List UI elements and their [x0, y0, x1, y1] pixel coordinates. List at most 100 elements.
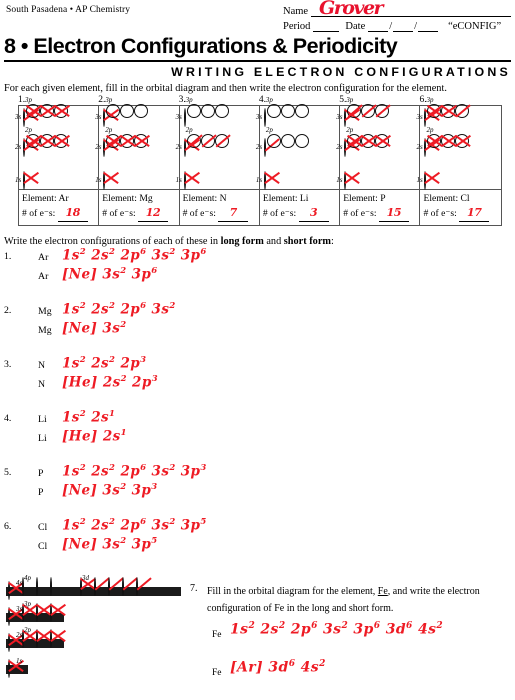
orbital-circle-2s-cell-4[interactable] [263, 137, 266, 157]
iron-circle-3p-2[interactable] [36, 602, 38, 622]
orbital-circle-3p-2-cell-3[interactable] [200, 103, 215, 118]
orbital-circle-3p-3-cell-3[interactable] [214, 103, 229, 118]
orbital-circle-2p-1-cell-2[interactable] [106, 133, 121, 148]
iron-circle-2p-3[interactable] [50, 628, 52, 648]
orbital-circle-2p-3-cell-2[interactable] [134, 133, 149, 148]
iron-circle-3d-3[interactable] [108, 576, 110, 596]
date-year-blank[interactable] [418, 20, 439, 32]
orbital-circle-2p-2-cell-6[interactable] [441, 133, 456, 148]
orbital-circle-2p-2-cell-2[interactable] [120, 133, 135, 148]
orbital-diagram-2[interactable]: 3s 3p 2s 2p 1s [95, 96, 178, 190]
period-blank[interactable] [313, 20, 340, 32]
electron-count-blank-5[interactable]: 15 [378, 205, 409, 222]
orbital-diagram-6[interactable]: 3s 3p 2s 2p 1s [416, 96, 500, 190]
orbital-circle-3p-1-cell-6[interactable] [427, 103, 442, 118]
iron-circle-3s[interactable] [8, 606, 10, 626]
orbital-circle-1s-cell-4[interactable] [263, 170, 266, 190]
orbital-circle-3p-3-cell-6[interactable] [455, 103, 470, 118]
orbital-circle-3s-cell-3[interactable] [183, 107, 186, 127]
orbital-diagram-3[interactable]: 3s 3p 2s 2p 1s [176, 96, 259, 190]
iron-orbital-3d-2[interactable] [94, 576, 96, 596]
orbital-circle-3p-1-cell-5[interactable] [347, 103, 362, 118]
orbital-circle-2p-2-cell-4[interactable] [280, 133, 295, 148]
iron-circle-3d-2[interactable] [94, 576, 96, 596]
iron-orbital-1s[interactable] [8, 658, 10, 678]
orbital-circle-3p-2-cell-6[interactable] [441, 103, 456, 118]
orbital-circle-3p-2-cell-2[interactable] [120, 103, 135, 118]
electron-count-blank-4[interactable]: 3 [298, 205, 329, 222]
orbital-diagram-4[interactable]: 3s 3p 2s 2p 1s [256, 96, 339, 190]
orbital-circle-3p-1-cell-2[interactable] [106, 103, 121, 118]
orbital-circle-3s-cell-5[interactable] [344, 107, 347, 127]
orbital-circle-1s-cell-5[interactable] [344, 170, 347, 190]
orbital-circle-2p-3-cell-5[interactable] [375, 133, 390, 148]
written-item-symbol-short-5: P [38, 486, 44, 498]
orbital-circle-1s-cell-3[interactable] [183, 170, 186, 190]
electron-count-blank-1[interactable]: 18 [57, 205, 88, 222]
orbital-circle-3p-2-cell-4[interactable] [280, 103, 295, 118]
iron-orbital-2s[interactable] [8, 632, 10, 652]
iron-orbital-3p-3[interactable] [50, 602, 52, 622]
orbital-circle-2p-1-cell-6[interactable] [427, 133, 442, 148]
iron-orbital-4s[interactable] [8, 580, 10, 600]
iron-circle-3p-3[interactable] [50, 602, 52, 622]
orbital-circle-3p-3-cell-2[interactable] [134, 103, 149, 118]
orbital-circle-3p-3-cell-1[interactable] [54, 103, 68, 118]
orbital-circle-2p-2-cell-3[interactable] [200, 133, 215, 148]
iron-orbital-4p-2[interactable] [36, 576, 38, 596]
iron-circle-3d-4[interactable] [122, 576, 124, 596]
iron-circle-4p-2[interactable] [36, 576, 38, 596]
orbital-circle-3p-1-cell-1[interactable] [26, 103, 40, 118]
iron-orbital-3d-5[interactable] [136, 576, 138, 596]
iron-orbital-2p-3[interactable] [50, 628, 52, 648]
orbital-circle-3p-2-cell-5[interactable] [361, 103, 376, 118]
orbital-circle-2s-cell-6[interactable] [424, 137, 427, 157]
orbital-circle-3s-cell-6[interactable] [424, 107, 427, 127]
written-item-symbol-long-5: P [38, 467, 44, 479]
orbital-circle-3s-cell-4[interactable] [263, 107, 266, 127]
orbital-circle-2p-3-cell-4[interactable] [294, 133, 309, 148]
iron-circle-4s[interactable] [8, 580, 10, 600]
orbital-circle-2s-cell-3[interactable] [183, 137, 186, 157]
orbital-circle-1s-cell-6[interactable] [424, 170, 427, 190]
orbital-circle-2p-2-cell-1[interactable] [40, 133, 54, 148]
orbital-circle-2p-1-cell-3[interactable] [186, 133, 201, 148]
orbital-circle-1s-cell-2[interactable] [103, 170, 106, 190]
orbital-diagram-1[interactable]: 3s 3p 2s 2p 1s [15, 96, 98, 190]
iron-orbital-3d-3[interactable] [108, 576, 110, 596]
orbital-circle-3s-cell-1[interactable] [23, 107, 25, 127]
orbital-circle-3p-1-cell-4[interactable] [266, 103, 281, 118]
orbital-circle-3s-cell-2[interactable] [103, 107, 106, 127]
orbital-circle-2p-1-cell-1[interactable] [26, 133, 40, 148]
iron-circle-3d-5[interactable] [136, 576, 138, 596]
iron-orbital-2p-2[interactable] [36, 628, 38, 648]
iron-circle-4p-3[interactable] [50, 576, 52, 596]
date-day-blank[interactable] [393, 20, 414, 32]
orbital-circle-2s-cell-5[interactable] [344, 137, 347, 157]
orbital-diagram-5[interactable]: 3s 3p 2s 2p 1s [336, 96, 419, 190]
iron-orbital-3d-4[interactable] [122, 576, 124, 596]
iron-circle-1s[interactable] [8, 658, 10, 678]
iron-circle-2p-2[interactable] [36, 628, 38, 648]
orbital-circle-2p-3-cell-1[interactable] [54, 133, 68, 148]
orbital-circle-2p-3-cell-6[interactable] [455, 133, 470, 148]
orbital-circle-2s-cell-2[interactable] [103, 137, 106, 157]
electron-count-blank-2[interactable]: 12 [138, 205, 169, 222]
electron-count-blank-3[interactable]: 7 [218, 205, 249, 222]
electron-count-blank-6[interactable]: 17 [459, 205, 490, 222]
orbital-circle-2p-1-cell-4[interactable] [266, 133, 281, 148]
orbital-circle-3p-2-cell-1[interactable] [40, 103, 54, 118]
orbital-circle-3p-1-cell-3[interactable] [186, 103, 201, 118]
iron-circle-2s[interactable] [8, 632, 10, 652]
orbital-circle-1s-cell-1[interactable] [23, 170, 25, 190]
iron-orbital-3p-2[interactable] [36, 602, 38, 622]
orbital-circle-2p-2-cell-5[interactable] [361, 133, 376, 148]
orbital-circle-3p-3-cell-5[interactable] [375, 103, 390, 118]
iron-orbital-4p-3[interactable] [50, 576, 52, 596]
orbital-circle-2s-cell-1[interactable] [23, 137, 25, 157]
orbital-circle-2p-3-cell-3[interactable] [214, 133, 229, 148]
date-month-blank[interactable] [368, 20, 389, 32]
orbital-circle-3p-3-cell-4[interactable] [294, 103, 309, 118]
orbital-circle-2p-1-cell-5[interactable] [347, 133, 362, 148]
iron-orbital-3s[interactable] [8, 606, 10, 626]
